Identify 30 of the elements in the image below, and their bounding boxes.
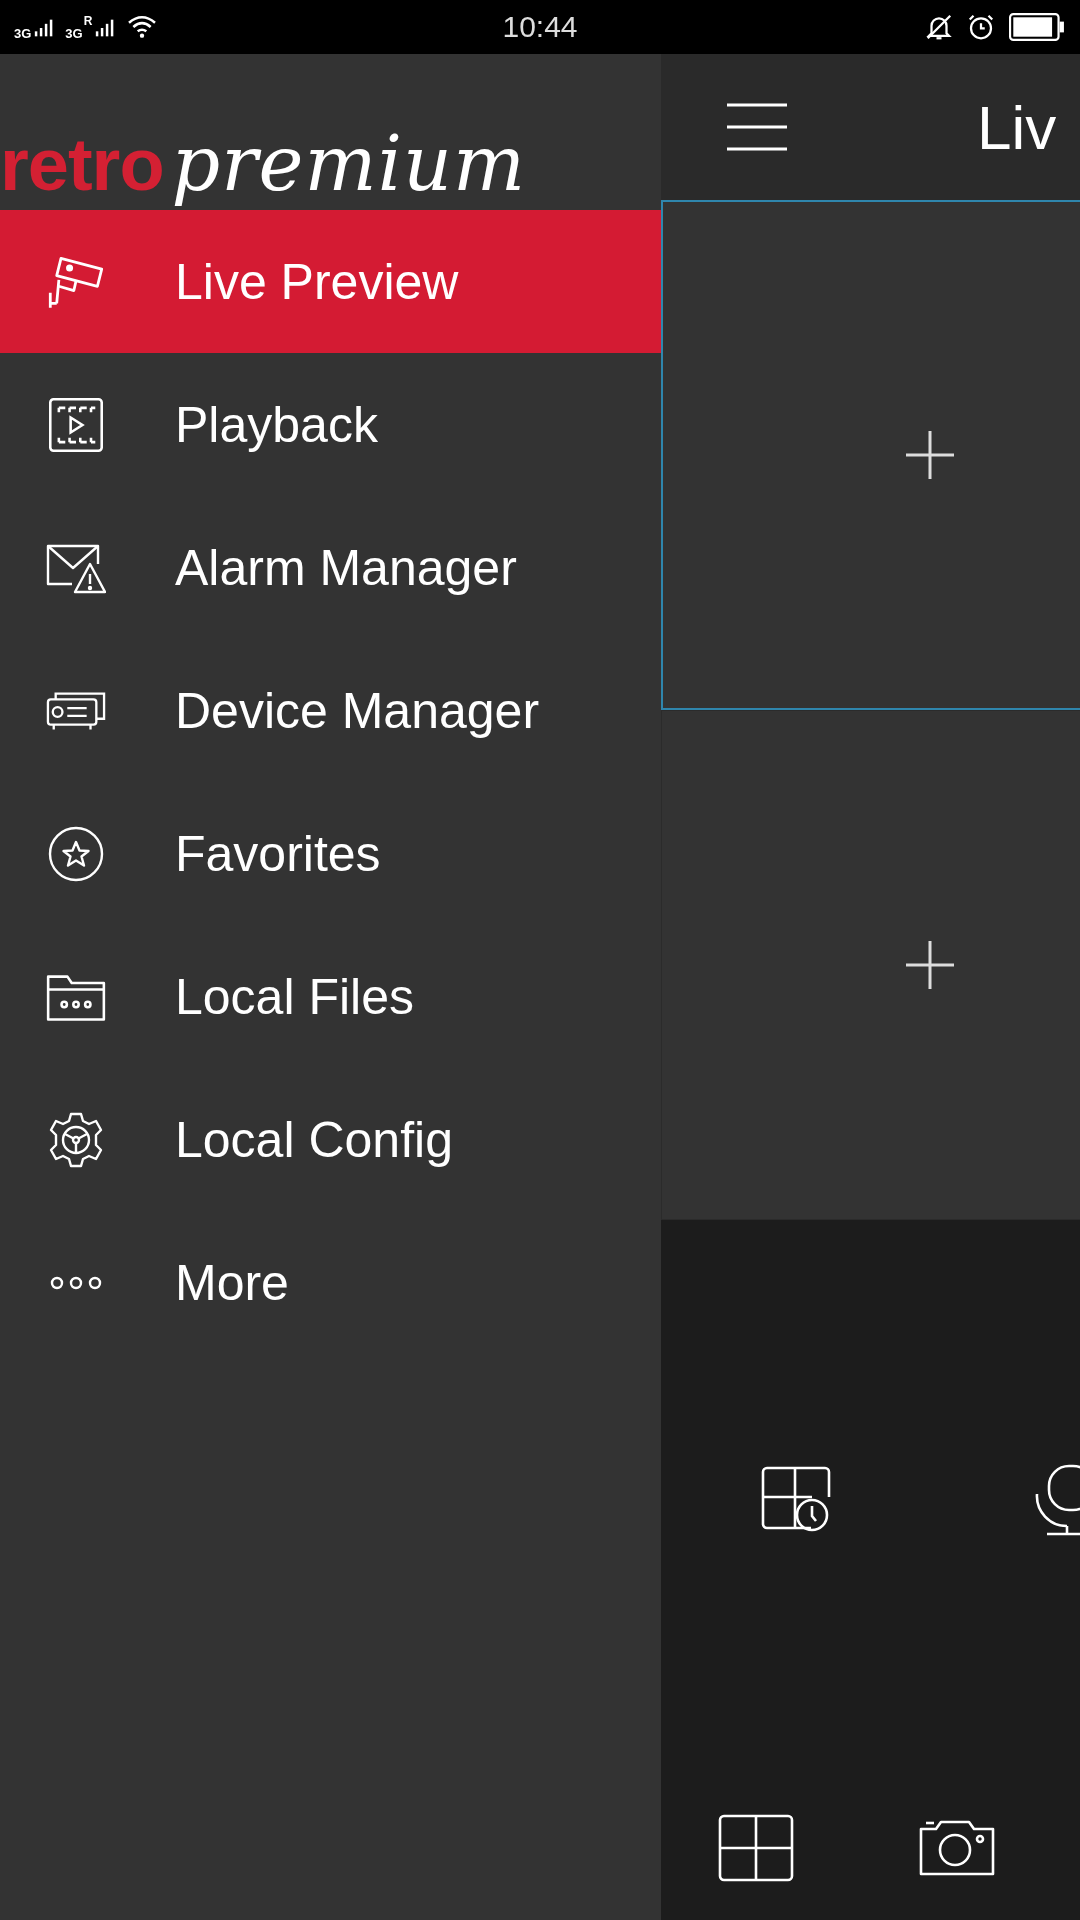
menu-item[interactable]: Device Manager	[0, 639, 661, 782]
alarm-clock-icon	[966, 12, 996, 42]
menu-item[interactable]: Playback	[0, 353, 661, 496]
logo-text: retro	[0, 128, 164, 202]
menu-item[interactable]: More	[0, 1211, 661, 1354]
network-label: 3G	[14, 27, 32, 40]
star-circle-icon	[46, 825, 106, 882]
screen-title: Liv	[977, 91, 1057, 163]
menu-icon[interactable]	[727, 103, 787, 151]
network-label: 3G	[65, 27, 83, 40]
grid-layout-icon[interactable]	[718, 1814, 794, 1882]
menu-item[interactable]: Live Preview	[0, 210, 661, 353]
menu-item[interactable]: Local Config	[0, 1068, 661, 1211]
video-file-icon	[46, 396, 106, 453]
video-tile[interactable]	[661, 710, 1080, 1220]
video-tile[interactable]	[661, 200, 1080, 710]
menu-item[interactable]: Local Files	[0, 925, 661, 1068]
add-icon[interactable]	[906, 431, 954, 479]
roaming-label: R	[83, 14, 93, 28]
camera-icon[interactable]	[918, 1819, 996, 1877]
add-icon[interactable]	[905, 941, 954, 989]
clock-time: 10:44	[502, 10, 578, 44]
microphone-icon[interactable]	[1035, 1464, 1080, 1536]
muted-bell-icon	[924, 12, 954, 42]
more-icon	[48, 1274, 104, 1291]
menu-item[interactable]: Alarm Manager	[0, 496, 661, 639]
battery-icon	[1008, 13, 1066, 41]
grid-clock-icon[interactable]	[761, 1466, 831, 1534]
menu-item[interactable]: Favorites	[0, 782, 661, 925]
wifi-icon	[126, 14, 159, 40]
